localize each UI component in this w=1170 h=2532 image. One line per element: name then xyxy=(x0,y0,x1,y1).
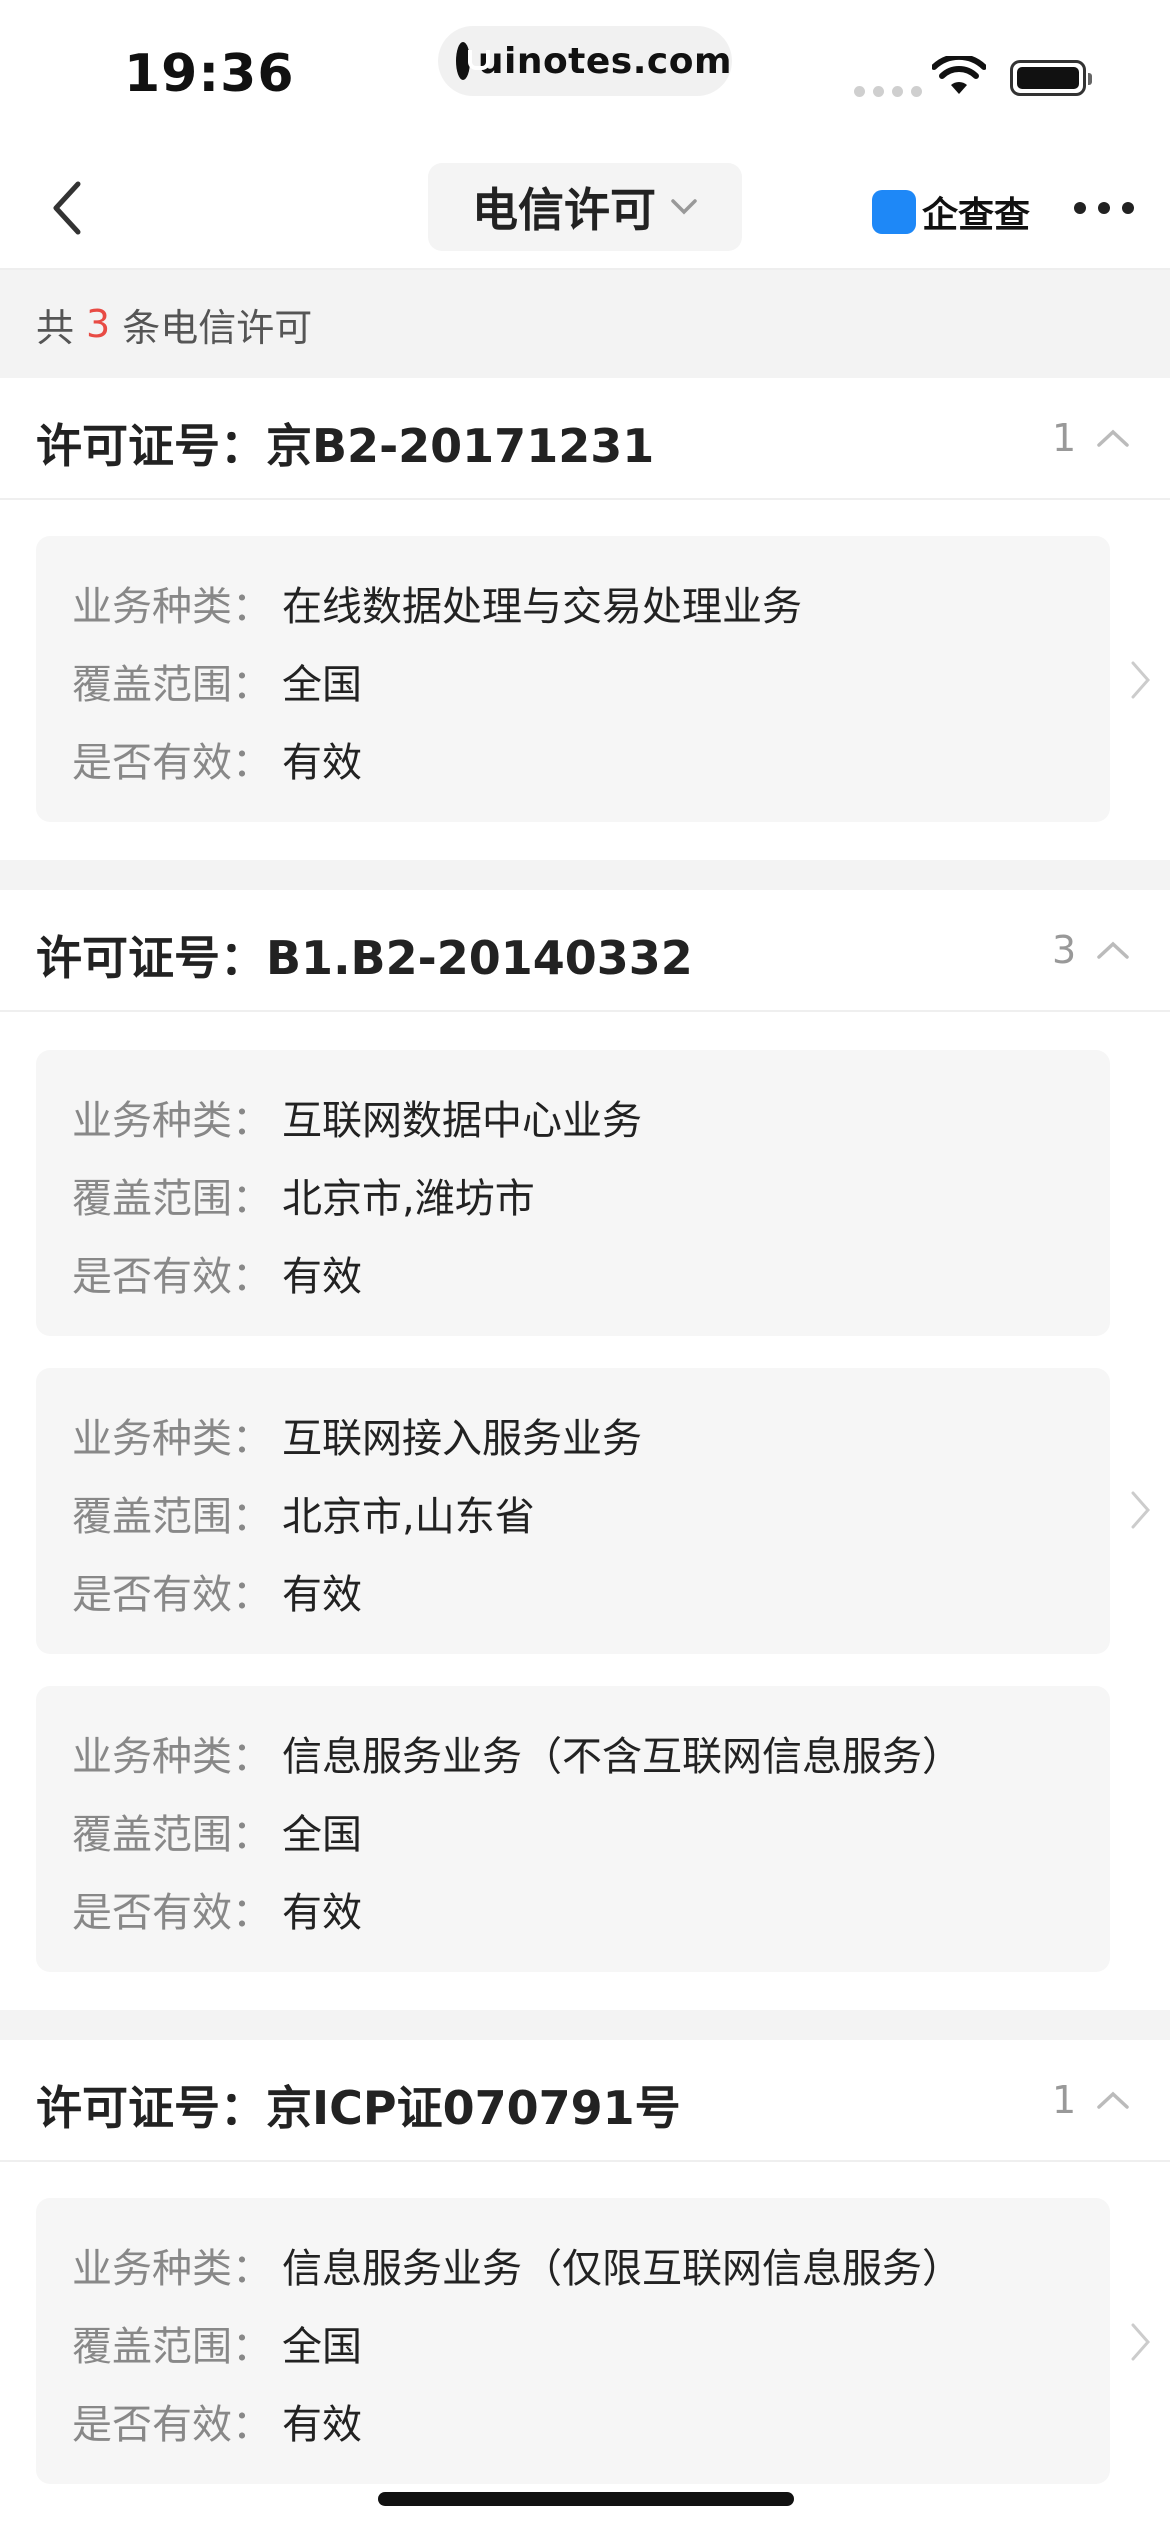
value-valid: 有效 xyxy=(282,2402,362,2448)
label-scope: 覆盖范围： xyxy=(72,1494,272,1540)
license-item[interactable]: 业务种类： 在线数据处理与交易处理业务 覆盖范围： 全国 是否有效： 有效 xyxy=(36,536,1110,822)
chevron-up-icon[interactable] xyxy=(1096,428,1130,448)
chevron-down-icon xyxy=(671,199,697,215)
value-type: 互联网接入服务业务 xyxy=(282,1416,642,1462)
label-scope: 覆盖范围： xyxy=(72,1812,272,1858)
section-header[interactable]: 许可证号：京B2-20171231 1 xyxy=(0,378,1170,500)
row-scope: 覆盖范围： 全国 xyxy=(72,652,362,710)
status-time: 19:36 xyxy=(124,44,295,104)
battery-icon xyxy=(1010,60,1092,96)
label-scope: 覆盖范围： xyxy=(72,1176,272,1222)
label-valid: 是否有效： xyxy=(72,2402,272,2448)
brand-name: 企查查 xyxy=(922,195,1031,236)
row-scope: 覆盖范围： 北京市,潍坊市 xyxy=(72,1166,535,1224)
label-scope: 覆盖范围： xyxy=(72,2324,272,2370)
page-title: 电信许可 xyxy=(472,183,656,237)
section-header[interactable]: 许可证号：B1.B2-20140332 3 xyxy=(0,890,1170,1012)
row-type: 业务种类： 信息服务业务（不含互联网信息服务） xyxy=(72,1724,962,1782)
app-screen: 19:36 uinotes.com 电信许可 企查查 共 3 条电信许可 许可证… xyxy=(0,0,1170,2532)
value-type: 在线数据处理与交易处理业务 xyxy=(282,584,802,630)
wifi-icon xyxy=(932,56,986,94)
row-type: 业务种类： 互联网数据中心业务 xyxy=(72,1088,642,1146)
cellular-signal-icon xyxy=(854,86,922,97)
row-valid: 是否有效： 有效 xyxy=(72,1562,362,1620)
url-pill[interactable]: uinotes.com xyxy=(438,26,732,96)
value-scope: 北京市,山东省 xyxy=(282,1494,535,1540)
back-arrow-icon[interactable] xyxy=(44,176,104,240)
license-section: 许可证号：B1.B2-20140332 3 业务种类： 互联网数据中心业务 覆盖范… xyxy=(0,890,1170,2010)
chevron-right-icon[interactable] xyxy=(1130,1490,1152,1530)
value-scope: 北京市,潍坊市 xyxy=(282,1176,535,1222)
chevron-right-icon[interactable] xyxy=(1130,2322,1152,2362)
item-count: 1 xyxy=(1052,416,1077,460)
chevron-right-icon[interactable] xyxy=(1130,660,1152,700)
value-scope: 全国 xyxy=(282,2324,362,2370)
license-item[interactable]: 业务种类： 互联网数据中心业务 覆盖范围： 北京市,潍坊市 是否有效： 有效 xyxy=(36,1050,1110,1336)
section-header[interactable]: 许可证号：京ICP证070791号 1 xyxy=(0,2040,1170,2162)
nav-bar: 电信许可 企查查 xyxy=(0,150,1170,270)
license-number: 许可证号：京ICP证070791号 xyxy=(36,2081,681,2135)
row-type: 业务种类： 信息服务业务（仅限互联网信息服务） xyxy=(72,2236,962,2294)
row-scope: 覆盖范围： 北京市,山东省 xyxy=(72,1484,535,1542)
label-valid: 是否有效： xyxy=(72,1572,272,1618)
more-icon[interactable] xyxy=(1072,196,1136,220)
title-dropdown[interactable]: 电信许可 xyxy=(428,163,742,251)
license-item[interactable]: 业务种类： 互联网接入服务业务 覆盖范围： 北京市,山东省 是否有效： 有效 xyxy=(36,1368,1110,1654)
brand-logo: 企查查 xyxy=(872,186,1030,238)
row-valid: 是否有效： 有效 xyxy=(72,1244,362,1302)
license-section: 许可证号：京B2-20171231 1 业务种类： 在线数据处理与交易处理业务 覆… xyxy=(0,378,1170,860)
license-number: 许可证号：京B2-20171231 xyxy=(36,419,655,473)
row-valid: 是否有效： 有效 xyxy=(72,2392,362,2450)
row-valid: 是否有效： 有效 xyxy=(72,1880,362,1938)
chevron-up-icon[interactable] xyxy=(1096,2090,1130,2110)
license-number: 许可证号：B1.B2-20140332 xyxy=(36,931,693,985)
license-item[interactable]: 业务种类： 信息服务业务（不含互联网信息服务） 覆盖范围： 全国 是否有效： 有效 xyxy=(36,1686,1110,1972)
url-text: uinotes.com xyxy=(477,40,732,82)
value-valid: 有效 xyxy=(282,1890,362,1936)
summary-suffix: 条电信许可 xyxy=(122,305,313,350)
label-valid: 是否有效： xyxy=(72,1890,272,1936)
value-scope: 全国 xyxy=(282,662,362,708)
label-valid: 是否有效： xyxy=(72,1254,272,1300)
value-type: 互联网数据中心业务 xyxy=(282,1098,642,1144)
chevron-up-icon[interactable] xyxy=(1096,940,1130,960)
row-type: 业务种类： 在线数据处理与交易处理业务 xyxy=(72,574,802,632)
summary-bar: 共 3 条电信许可 xyxy=(0,270,1170,378)
label-type: 业务种类： xyxy=(72,584,272,630)
license-item[interactable]: 业务种类： 信息服务业务（仅限互联网信息服务） 覆盖范围： 全国 是否有效： 有效 xyxy=(36,2198,1110,2484)
value-valid: 有效 xyxy=(282,1254,362,1300)
row-scope: 覆盖范围： 全国 xyxy=(72,1802,362,1860)
label-type: 业务种类： xyxy=(72,1098,272,1144)
site-logo-icon xyxy=(456,42,490,80)
item-count: 3 xyxy=(1052,928,1077,972)
status-bar: 19:36 uinotes.com xyxy=(0,0,1170,150)
label-type: 业务种类： xyxy=(72,2246,272,2292)
value-type: 信息服务业务（仅限互联网信息服务） xyxy=(282,2246,962,2292)
summary-count: 3 xyxy=(86,302,111,346)
license-section: 许可证号：京ICP证070791号 1 业务种类： 信息服务业务（仅限互联网信息服… xyxy=(0,2040,1170,2532)
value-type: 信息服务业务（不含互联网信息服务） xyxy=(282,1734,962,1780)
value-scope: 全国 xyxy=(282,1812,362,1858)
label-scope: 覆盖范围： xyxy=(72,662,272,708)
brand-icon xyxy=(872,190,916,234)
row-valid: 是否有效： 有效 xyxy=(72,730,362,788)
home-indicator[interactable] xyxy=(378,2492,794,2506)
item-count: 1 xyxy=(1052,2078,1077,2122)
label-type: 业务种类： xyxy=(72,1416,272,1462)
summary-prefix: 共 xyxy=(36,305,75,350)
value-valid: 有效 xyxy=(282,740,362,786)
row-type: 业务种类： 互联网接入服务业务 xyxy=(72,1406,642,1464)
row-scope: 覆盖范围： 全国 xyxy=(72,2314,362,2372)
label-type: 业务种类： xyxy=(72,1734,272,1780)
value-valid: 有效 xyxy=(282,1572,362,1618)
label-valid: 是否有效： xyxy=(72,740,272,786)
